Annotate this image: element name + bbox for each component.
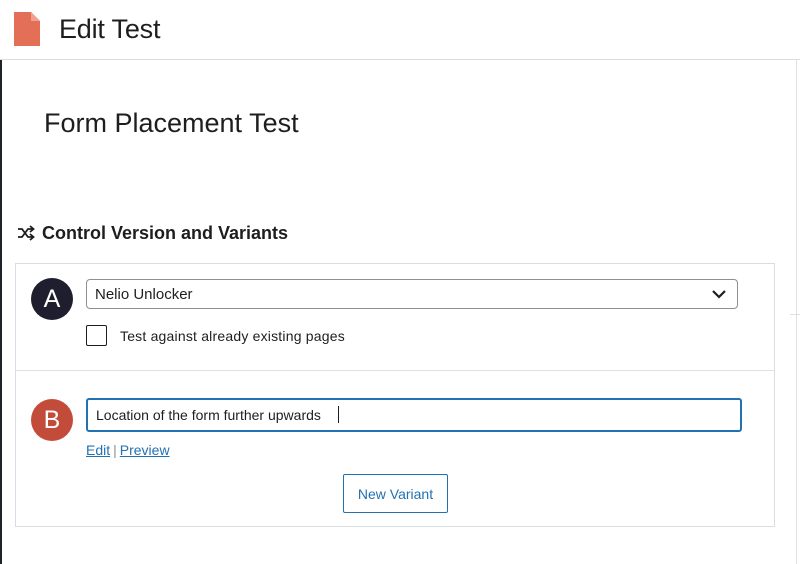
preview-link[interactable]: Preview xyxy=(120,442,170,458)
variant-links: Edit | Preview xyxy=(86,442,170,458)
text-caret xyxy=(338,406,339,423)
right-divider xyxy=(790,314,800,315)
variants-panel: A Nelio Unlocker Test against already ex… xyxy=(15,263,775,527)
control-avatar: A xyxy=(31,278,73,320)
section-title: Control Version and Variants xyxy=(42,222,289,243)
shuffle-icon xyxy=(18,225,35,241)
existing-pages-checkbox[interactable] xyxy=(86,325,107,346)
link-separator: | xyxy=(113,442,117,458)
section-header: Control Version and Variants xyxy=(17,222,288,244)
new-variant-button[interactable]: New Variant xyxy=(343,474,448,513)
chevron-down-icon xyxy=(712,290,726,299)
variant-avatar: B xyxy=(31,399,73,441)
panel-divider xyxy=(16,370,774,371)
left-border xyxy=(0,60,2,564)
right-border xyxy=(796,60,797,564)
existing-pages-label: Test against already existing pages xyxy=(120,328,345,344)
test-title[interactable]: Form Placement Test xyxy=(44,108,299,139)
edit-link[interactable]: Edit xyxy=(86,442,110,458)
control-select-value: Nelio Unlocker xyxy=(95,285,193,303)
page-header-title: Edit Test xyxy=(59,14,161,44)
control-select[interactable]: Nelio Unlocker xyxy=(86,279,738,309)
top-bar: Edit Test xyxy=(0,0,800,60)
variant-name-input[interactable] xyxy=(86,398,742,432)
document-icon xyxy=(14,12,40,46)
